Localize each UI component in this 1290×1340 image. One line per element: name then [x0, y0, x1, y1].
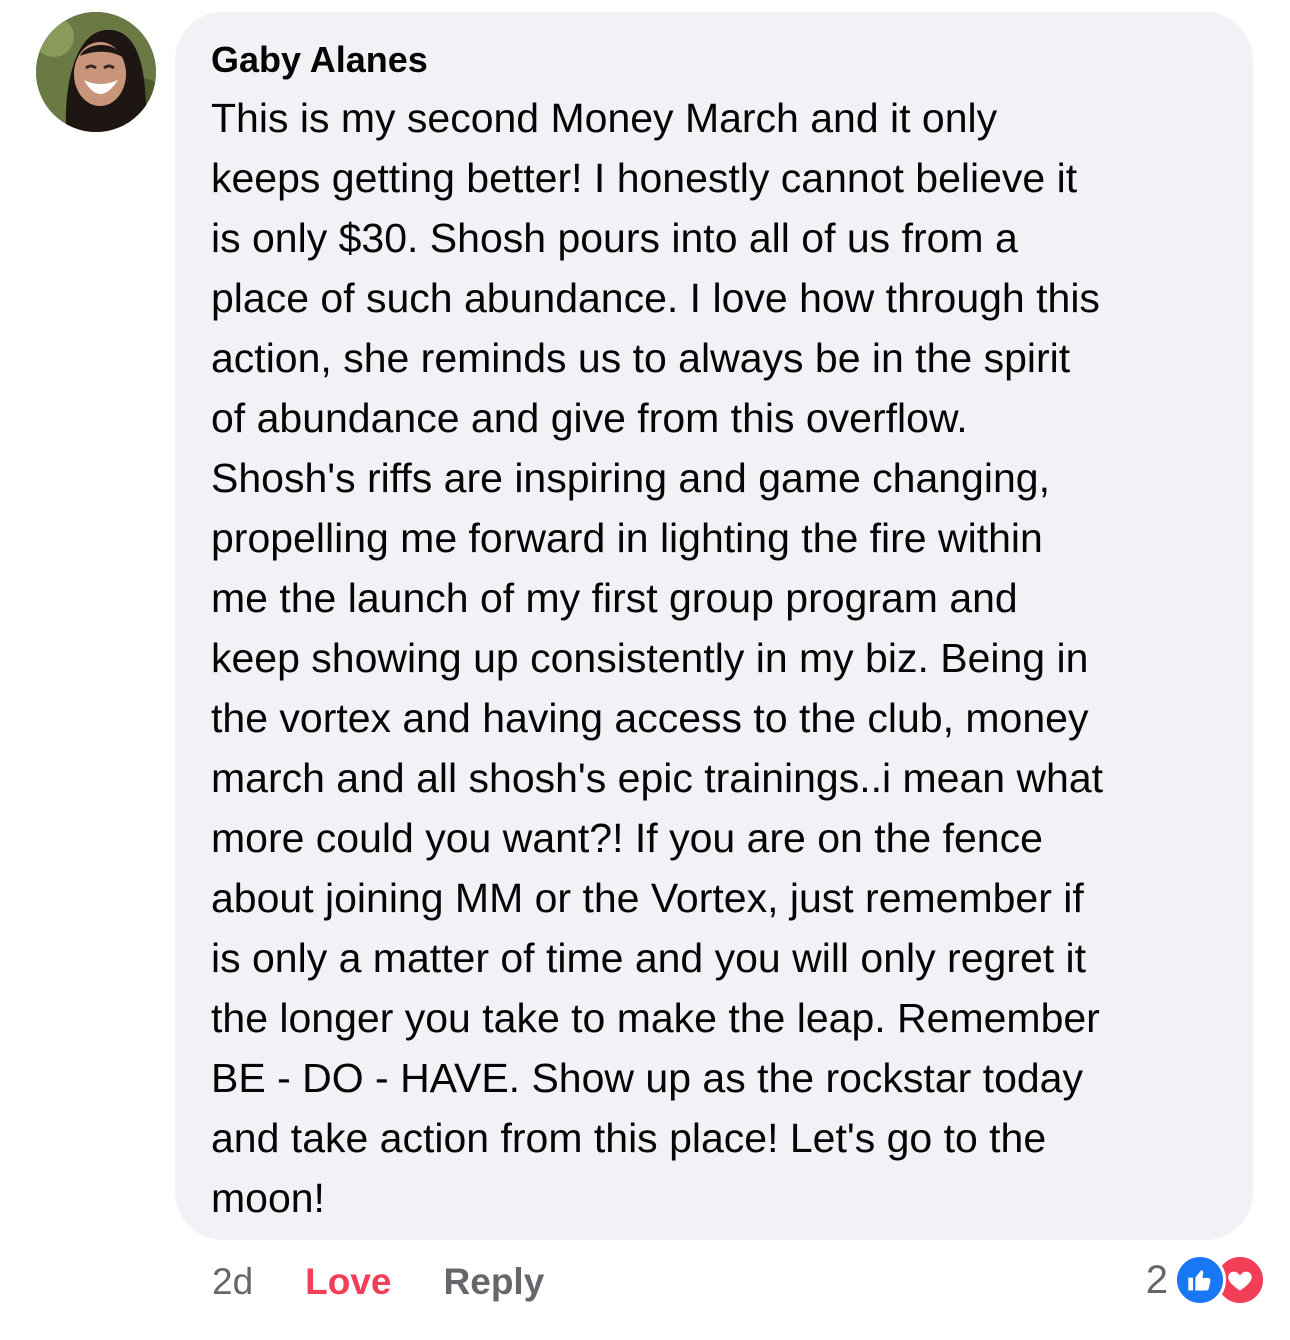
comment-line: and take action from this place! Let's g… [211, 1115, 1047, 1161]
comment-line: is only a matter of time and you will on… [211, 935, 1087, 981]
comment-line: This is my second Money March and it onl… [211, 95, 998, 141]
comment-line: of abundance and give from this overflow… [211, 395, 968, 441]
comment-line: keeps getting better! I honestly cannot … [211, 155, 1078, 201]
comment-line: is only $30. Shosh pours into all of us … [211, 215, 1018, 261]
comment-line: me the launch of my first group program … [211, 575, 1018, 621]
author-name[interactable]: Gaby Alanes [211, 38, 1217, 82]
comment-text: This is my second Money March and it onl… [211, 88, 1217, 1228]
timestamp[interactable]: 2d [212, 1261, 253, 1303]
avatar-photo [36, 12, 156, 132]
love-button[interactable]: Love [305, 1261, 391, 1303]
reply-button[interactable]: Reply [444, 1261, 545, 1303]
comment-line: about joining MM or the Vortex, just rem… [211, 875, 1084, 921]
comment-line: propelling me forward in lighting the fi… [211, 515, 1043, 561]
comment-line: more could you want?! If you are on the … [211, 815, 1043, 861]
comment-line: Shosh's riffs are inspiring and game cha… [211, 455, 1050, 501]
comment-line: march and all shosh's epic trainings..i … [211, 755, 1104, 801]
comment-line: moon! [211, 1175, 325, 1221]
comment-line: place of such abundance. I love how thro… [211, 275, 1100, 321]
comment-line: the vortex and having access to the club… [211, 695, 1089, 741]
comment-line: keep showing up consistently in my biz. … [211, 635, 1089, 681]
comment-bubble: Gaby Alanes This is my second Money Marc… [175, 12, 1253, 1240]
reaction-summary[interactable]: 2 [1146, 1254, 1266, 1306]
comment-line: the longer you take to make the leap. Re… [211, 995, 1100, 1041]
avatar[interactable] [36, 12, 156, 132]
like-icon [1174, 1254, 1226, 1306]
comment-actions: 2d Love Reply [212, 1258, 544, 1306]
comment-line: BE - DO - HAVE. Show up as the rockstar … [211, 1055, 1083, 1101]
comment: Gaby Alanes This is my second Money Marc… [0, 0, 1290, 1340]
reaction-count: 2 [1145, 1257, 1168, 1302]
comment-line: action, she reminds us to always be in t… [211, 335, 1071, 381]
